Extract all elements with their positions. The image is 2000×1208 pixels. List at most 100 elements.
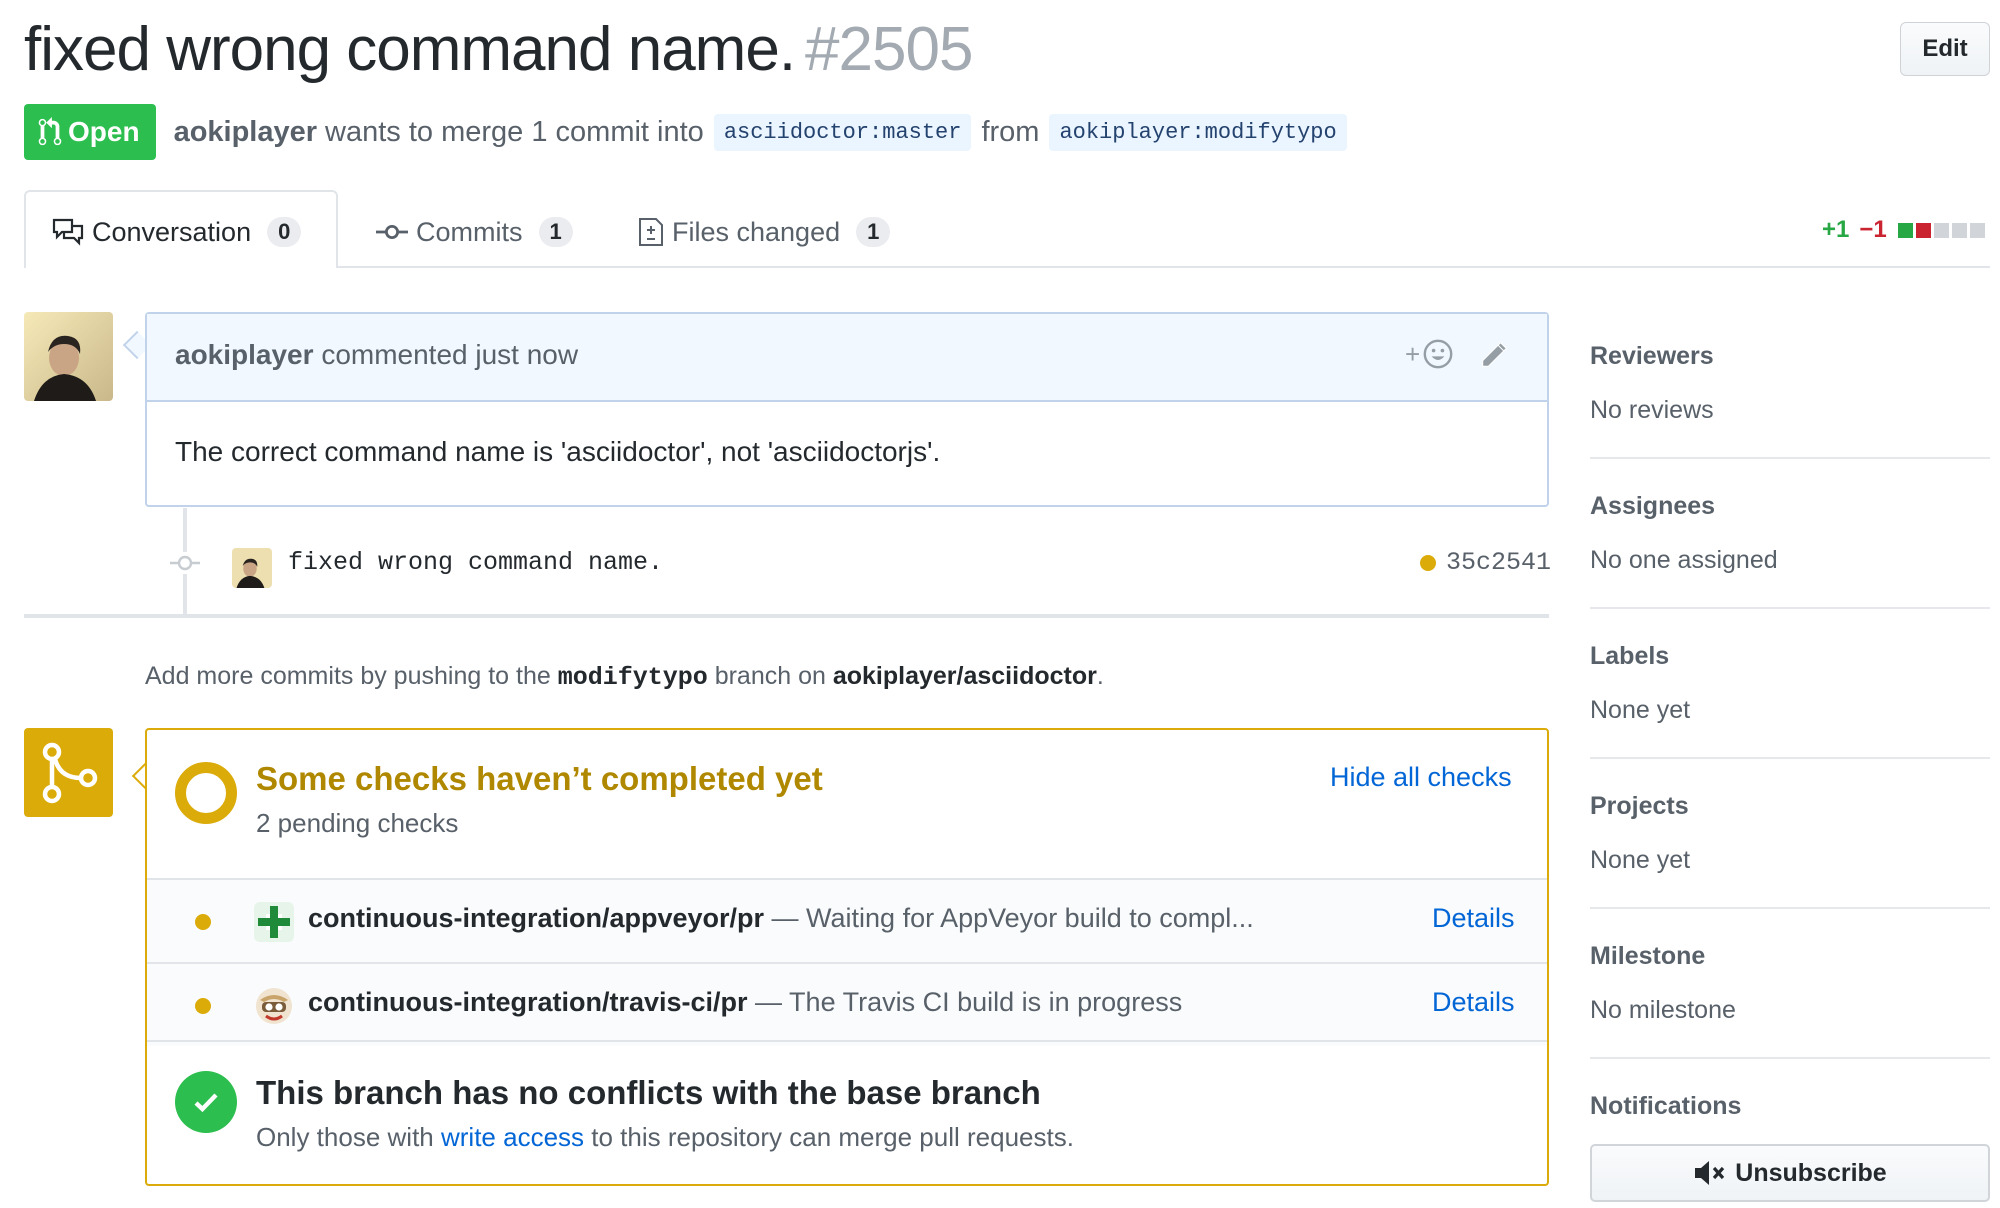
pr-description-comment: aokiplayer commented just now + The corr… bbox=[145, 312, 1549, 507]
file-diff-icon bbox=[639, 218, 663, 246]
sidebar-projects-heading[interactable]: Projects bbox=[1590, 792, 1689, 821]
git-merge-icon bbox=[42, 742, 98, 804]
tab-counter: 1 bbox=[538, 217, 573, 247]
merge-status-icon bbox=[24, 728, 113, 817]
pencil-icon bbox=[1482, 342, 1507, 367]
add-reaction-button[interactable]: + bbox=[1405, 338, 1454, 370]
unsubscribe-label: Unsubscribe bbox=[1735, 1158, 1887, 1187]
merge-status-subtitle: Only those with write access to this rep… bbox=[256, 1122, 1074, 1153]
edit-comment-button[interactable] bbox=[1479, 340, 1509, 375]
sidebar-divider bbox=[1590, 457, 1990, 459]
pending-status-dot[interactable] bbox=[1420, 554, 1436, 571]
check-details-link[interactable]: Details bbox=[1432, 903, 1515, 934]
push-hint-branch: modifytypo bbox=[557, 663, 708, 692]
pending-status-dot bbox=[195, 998, 211, 1014]
pending-status-dot bbox=[195, 914, 211, 930]
sidebar-milestone-heading[interactable]: Milestone bbox=[1590, 942, 1705, 971]
hide-all-checks-link[interactable]: Hide all checks bbox=[1330, 762, 1512, 793]
state-badge: Open bbox=[24, 104, 156, 160]
sidebar-divider bbox=[1590, 1057, 1990, 1059]
commit-sha: 35c2541 bbox=[1446, 548, 1552, 577]
tab-files-changed[interactable]: Files changed 1 bbox=[638, 210, 891, 254]
sidebar-divider bbox=[1590, 907, 1990, 909]
sidebar-labels-heading[interactable]: Labels bbox=[1590, 642, 1669, 671]
sidebar-divider bbox=[1590, 607, 1990, 609]
check-name: continuous-integration/appveyor/pr bbox=[308, 903, 765, 933]
smiley-icon bbox=[1423, 339, 1453, 369]
diffstat: +1 −1 bbox=[1822, 216, 1985, 244]
diffstat-block-neutral bbox=[1951, 222, 1967, 238]
pr-state-row: Open aokiplayer wants to merge 1 commit … bbox=[24, 104, 1357, 160]
sidebar-reviewers-value: No reviews bbox=[1590, 396, 1714, 424]
comment-header-text: aokiplayer commented just now bbox=[175, 339, 578, 371]
check-name: continuous-integration/travis-ci/pr bbox=[308, 987, 748, 1017]
diffstat-block-neutral bbox=[1969, 222, 1985, 238]
merge-box-divider bbox=[147, 1040, 1547, 1042]
author-avatar[interactable] bbox=[24, 312, 113, 401]
diffstat-block-del bbox=[1915, 222, 1931, 238]
check-description: — The Travis CI build is in progress bbox=[755, 987, 1183, 1017]
sidebar-divider bbox=[1590, 757, 1990, 759]
sidebar-labels-value: None yet bbox=[1590, 696, 1691, 724]
tab-conversation[interactable]: Conversation 0 bbox=[52, 210, 302, 254]
check-text: continuous-integration/travis-ci/pr — Th… bbox=[308, 987, 1182, 1018]
push-hint-prefix: Add more commits by pushing to the bbox=[145, 662, 551, 690]
state-label: Open bbox=[68, 116, 140, 147]
pr-author-link[interactable]: aokiplayer bbox=[174, 116, 317, 149]
comment-discussion-icon bbox=[52, 218, 84, 246]
merge-text: wants to merge 1 commit into bbox=[325, 115, 704, 148]
comment-header: aokiplayer commented just now + bbox=[147, 314, 1547, 402]
sidebar-notifications-heading: Notifications bbox=[1590, 1092, 1742, 1120]
sidebar-milestone-value: No milestone bbox=[1590, 996, 1736, 1024]
diffstat-additions: +1 bbox=[1822, 216, 1850, 243]
pr-title: fixed wrong command name. #2505 bbox=[24, 14, 973, 85]
sidebar-reviewers-heading[interactable]: Reviewers bbox=[1590, 342, 1714, 371]
commit-author-avatar[interactable] bbox=[232, 548, 272, 588]
mute-icon bbox=[1695, 1161, 1725, 1185]
reaction-plus: + bbox=[1405, 338, 1421, 369]
appveyor-icon bbox=[254, 902, 294, 942]
merge-sub-suffix: to this repository can merge pull reques… bbox=[591, 1122, 1074, 1152]
git-commit-icon bbox=[170, 552, 200, 574]
git-pull-request-icon bbox=[38, 117, 62, 146]
merge-sub-prefix: Only those with bbox=[256, 1122, 434, 1152]
push-hint-suffix: . bbox=[1096, 662, 1104, 690]
push-hint-repo: aokiplayer/asciidoctor bbox=[832, 662, 1097, 690]
check-description: — Waiting for AppVeyor build to compl... bbox=[771, 903, 1254, 933]
diffstat-deletions: −1 bbox=[1859, 216, 1887, 243]
sidebar-assignees-value: No one assigned bbox=[1590, 546, 1778, 574]
tab-counter: 0 bbox=[267, 217, 302, 247]
edit-button[interactable]: Edit bbox=[1900, 22, 1990, 76]
tab-counter: 1 bbox=[856, 217, 891, 247]
from-text: from bbox=[981, 115, 1040, 148]
push-hint-middle: branch on bbox=[714, 662, 826, 690]
tab-commits[interactable]: Commits 1 bbox=[376, 210, 573, 254]
comment-author-link[interactable]: aokiplayer bbox=[175, 339, 314, 370]
diffstat-block-add bbox=[1897, 222, 1913, 238]
tab-label: Files changed bbox=[672, 216, 841, 247]
check-icon bbox=[194, 1093, 218, 1113]
pr-title-text: fixed wrong command name. bbox=[24, 15, 796, 84]
head-branch-ref[interactable]: aokiplayer:modifytypo bbox=[1049, 113, 1347, 151]
pr-number: #2505 bbox=[805, 15, 973, 84]
commit-sha-link[interactable]: 35c2541 bbox=[1420, 548, 1551, 577]
check-text: continuous-integration/appveyor/pr — Wai… bbox=[308, 903, 1254, 934]
pending-ring-icon bbox=[175, 762, 237, 824]
tab-label: Commits bbox=[416, 216, 523, 247]
merge-status-title: This branch has no conflicts with the ba… bbox=[256, 1074, 1041, 1111]
comment-body: The correct command name is 'asciidoctor… bbox=[175, 436, 941, 467]
checks-subtitle: 2 pending checks bbox=[256, 808, 459, 838]
base-branch-ref[interactable]: asciidoctor:master bbox=[713, 113, 972, 151]
check-details-link[interactable]: Details bbox=[1432, 987, 1515, 1018]
travis-ci-icon bbox=[256, 988, 292, 1024]
check-circle-icon bbox=[175, 1071, 237, 1133]
sidebar-assignees-heading[interactable]: Assignees bbox=[1590, 492, 1715, 521]
checks-title: Some checks haven’t completed yet bbox=[256, 760, 823, 797]
push-hint: Add more commits by pushing to the modif… bbox=[145, 662, 1104, 692]
commit-message-link[interactable]: fixed wrong command name. bbox=[288, 548, 663, 577]
diffstat-block-neutral bbox=[1933, 222, 1949, 238]
sidebar-projects-value: None yet bbox=[1590, 846, 1691, 874]
timeline-separator bbox=[24, 614, 1549, 618]
write-access-link[interactable]: write access bbox=[441, 1122, 584, 1152]
unsubscribe-button[interactable]: Unsubscribe bbox=[1590, 1144, 1990, 1202]
